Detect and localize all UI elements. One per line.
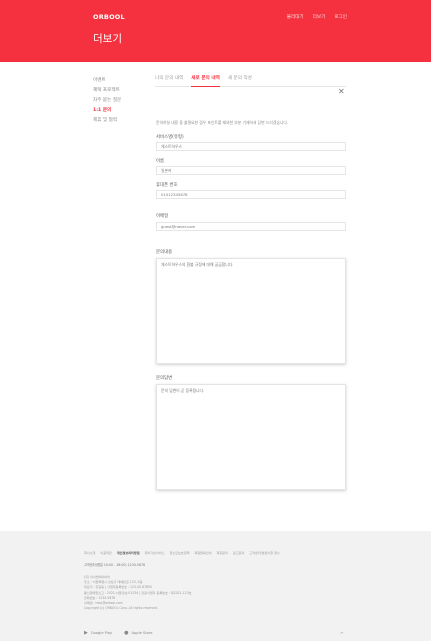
footer-link[interactable]: 광고문의 <box>233 550 244 555</box>
email-field[interactable]: guest@naver.com <box>156 222 346 231</box>
scroll-top-icon[interactable]: ^ <box>340 632 344 638</box>
sidebar-item-faq[interactable]: 자주 묻는 질문 <box>93 96 121 106</box>
tab-new-inquiries[interactable]: 새로 문의 내역 <box>191 74 220 87</box>
sidebar-item-events[interactable]: 이벤트 <box>93 76 121 86</box>
name-label: 이름 <box>156 159 165 164</box>
nav-item-reserve[interactable]: 불리대기 <box>287 14 304 20</box>
google-play-button[interactable]: ▶ Google Play <box>84 630 112 636</box>
inquiry-textarea[interactable]: 게스트하우스의 환불 규정에 대해 궁금합니다. <box>156 258 346 364</box>
footer-link-privacy[interactable]: 개인정보처리방침 <box>117 550 140 555</box>
footer-link[interactable]: 청소년보호정책 <box>170 550 190 555</box>
sidebar: 이벤트 혜택 프로젝트 자주 묻는 질문 1:1 문의 제휴 및 협력 <box>93 76 121 126</box>
top-nav: 불리대기 더보기 로그인 <box>287 14 347 20</box>
nav-item-more[interactable]: 더보기 <box>313 14 326 20</box>
footer-link[interactable]: 회원탈퇴안내 <box>194 550 211 555</box>
tab-my-inquiries[interactable]: 나의 문의 내역 <box>155 74 183 87</box>
footer-link[interactable]: 고객센터/불편사항 접수 <box>249 550 280 555</box>
service-type-label: 서비스명(유형) <box>156 135 184 140</box>
answer-label: 문의답변 <box>156 376 173 381</box>
name-field[interactable]: 일본커 <box>156 166 346 175</box>
nav-item-login[interactable]: 로그인 <box>334 14 347 20</box>
page-title: 더보기 <box>93 33 122 45</box>
service-type-field[interactable]: 게스트하우스 <box>156 142 346 151</box>
footer-link[interactable]: 위치기반서비스 <box>145 550 165 555</box>
company-line: Copyright (c) ORBOOL Corp. All rights re… <box>84 606 158 611</box>
sidebar-item-inquiry[interactable]: 1:1 문의 <box>93 106 121 116</box>
store-links: ▶ Google Play ● Apple Store <box>84 630 152 636</box>
company-info: (주) 이너블에이아이 주소 : 서울특별시 강남구 테헤란로 123, 4층 … <box>84 575 191 611</box>
footer: 회사소개 이용약관 개인정보처리방침 위치기반서비스 청소년보호정책 회원탈퇴안… <box>0 531 431 641</box>
apple-store-button[interactable]: ● Apple Store <box>124 630 152 636</box>
google-play-label: Google Play <box>90 631 113 635</box>
phone-label: 휴대폰 번호 <box>156 183 178 188</box>
sidebar-item-benefits[interactable]: 혜택 프로젝트 <box>93 86 121 96</box>
logo[interactable]: ORBOOL <box>93 13 125 21</box>
footer-link[interactable]: 회사소개 <box>84 550 95 555</box>
apple-store-label: Apple Store <box>131 631 153 635</box>
apple-icon: ● <box>124 630 129 636</box>
close-icon[interactable]: ✕ <box>338 88 345 96</box>
inquiry-label: 문의내용 <box>156 250 173 255</box>
footer-link[interactable]: 제휴문의 <box>217 550 228 555</box>
tab-bar: 나의 문의 내역 새로 문의 내역 새 문의 작성 <box>155 74 346 87</box>
tab-write-inquiry[interactable]: 새 문의 작성 <box>228 74 252 87</box>
footer-link[interactable]: 이용약관 <box>100 550 111 555</box>
customer-center-info: 고객센터(평일 10:00 - 18:00) 1234-5678 <box>84 563 146 567</box>
answer-textarea: 문의 답변이 곧 등록됩니다. <box>156 384 346 490</box>
sidebar-item-partnership[interactable]: 제휴 및 협력 <box>93 116 121 126</box>
form-notice: 문의하실 내용 중 불필요한 경우 포인트를 제외한 부분 기재하셔 답변 드리… <box>156 120 289 125</box>
footer-links: 회사소개 이용약관 개인정보처리방침 위치기반서비스 청소년보호정책 회원탈퇴안… <box>84 550 280 555</box>
email-label: 이메일 <box>156 214 169 219</box>
google-play-icon: ▶ <box>84 630 88 636</box>
header: ORBOOL 불리대기 더보기 로그인 더보기 <box>0 0 431 62</box>
phone-field[interactable]: 01012345678 <box>156 190 346 199</box>
